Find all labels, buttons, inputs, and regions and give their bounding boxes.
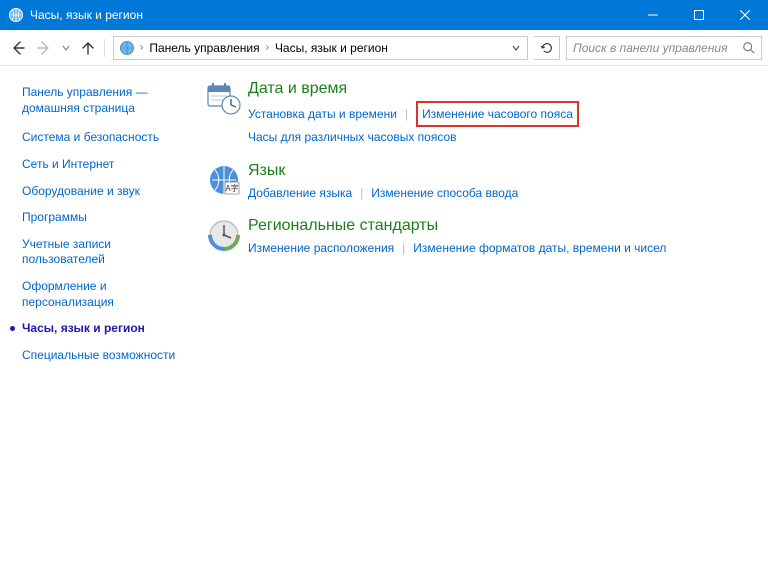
category-language: A字 Язык Добавление языка | Изменение спо… — [206, 162, 754, 203]
link-change-input-method[interactable]: Изменение способа ввода — [371, 183, 518, 203]
category-title-language[interactable]: Язык — [248, 162, 754, 180]
sidebar-item-ease-of-access[interactable]: Специальные возможности — [22, 348, 190, 364]
breadcrumb-chevron[interactable]: › — [264, 42, 271, 53]
separator: | — [402, 238, 405, 258]
link-change-location[interactable]: Изменение расположения — [248, 238, 394, 258]
sidebar-item-hardware-sound[interactable]: Оборудование и звук — [22, 184, 190, 200]
sidebar-item-appearance[interactable]: Оформление и персонализация — [22, 279, 190, 310]
window-title: Часы, язык и регион — [30, 8, 630, 22]
separator: | — [360, 183, 363, 203]
maximize-button[interactable] — [676, 0, 722, 30]
up-button[interactable] — [76, 36, 100, 60]
refresh-button[interactable] — [534, 36, 560, 60]
titlebar: Часы, язык и регион — [0, 0, 768, 30]
forward-button[interactable] — [32, 36, 56, 60]
category-title-date-time[interactable]: Дата и время — [248, 80, 754, 98]
separator — [104, 39, 105, 57]
search-input[interactable] — [567, 41, 737, 55]
control-panel-home-link[interactable]: Панель управления — домашняя страница — [22, 84, 190, 116]
close-button[interactable] — [722, 0, 768, 30]
category-title-region[interactable]: Региональные стандарты — [248, 217, 754, 235]
category-date-time: Дата и время Установка даты и времени | … — [206, 80, 754, 148]
region-icon — [206, 217, 242, 253]
link-additional-clocks[interactable]: Часы для различных часовых поясов — [248, 127, 457, 147]
breadcrumb-root[interactable]: Панель управления — [145, 41, 263, 55]
back-button[interactable] — [6, 36, 30, 60]
search-icon[interactable] — [737, 41, 761, 55]
main-content: Дата и время Установка даты и времени | … — [200, 66, 768, 565]
window-controls — [630, 0, 768, 30]
address-dropdown[interactable] — [507, 44, 525, 52]
category-region: Региональные стандарты Изменение располо… — [206, 217, 754, 258]
highlight-box: Изменение часового пояса — [416, 101, 579, 127]
sidebar: Панель управления — домашняя страница Си… — [0, 66, 200, 565]
breadcrumb-chevron[interactable]: › — [138, 42, 145, 53]
date-time-icon — [206, 80, 242, 116]
address-bar[interactable]: › Панель управления › Часы, язык и регио… — [113, 36, 528, 60]
control-panel-icon — [118, 39, 136, 57]
svg-text:A字: A字 — [225, 183, 238, 193]
language-icon: A字 — [206, 162, 242, 198]
separator: | — [405, 104, 408, 124]
breadcrumb-current[interactable]: Часы, язык и регион — [271, 41, 392, 55]
search-box[interactable] — [566, 36, 762, 60]
link-change-timezone[interactable]: Изменение часового пояса — [422, 107, 573, 121]
sidebar-item-system-security[interactable]: Система и безопасность — [22, 130, 190, 146]
navbar: › Панель управления › Часы, язык и регио… — [0, 30, 768, 66]
sidebar-item-clock-language-region[interactable]: Часы, язык и регион — [22, 321, 190, 337]
sidebar-item-user-accounts[interactable]: Учетные записи пользователей — [22, 237, 190, 268]
link-change-formats[interactable]: Изменение форматов даты, времени и чисел — [413, 238, 666, 258]
minimize-button[interactable] — [630, 0, 676, 30]
recent-dropdown[interactable] — [58, 36, 74, 60]
sidebar-item-network-internet[interactable]: Сеть и Интернет — [22, 157, 190, 173]
link-add-language[interactable]: Добавление языка — [248, 183, 352, 203]
sidebar-item-programs[interactable]: Программы — [22, 210, 190, 226]
window-icon — [8, 7, 24, 23]
link-set-date-time[interactable]: Установка даты и времени — [248, 104, 397, 124]
